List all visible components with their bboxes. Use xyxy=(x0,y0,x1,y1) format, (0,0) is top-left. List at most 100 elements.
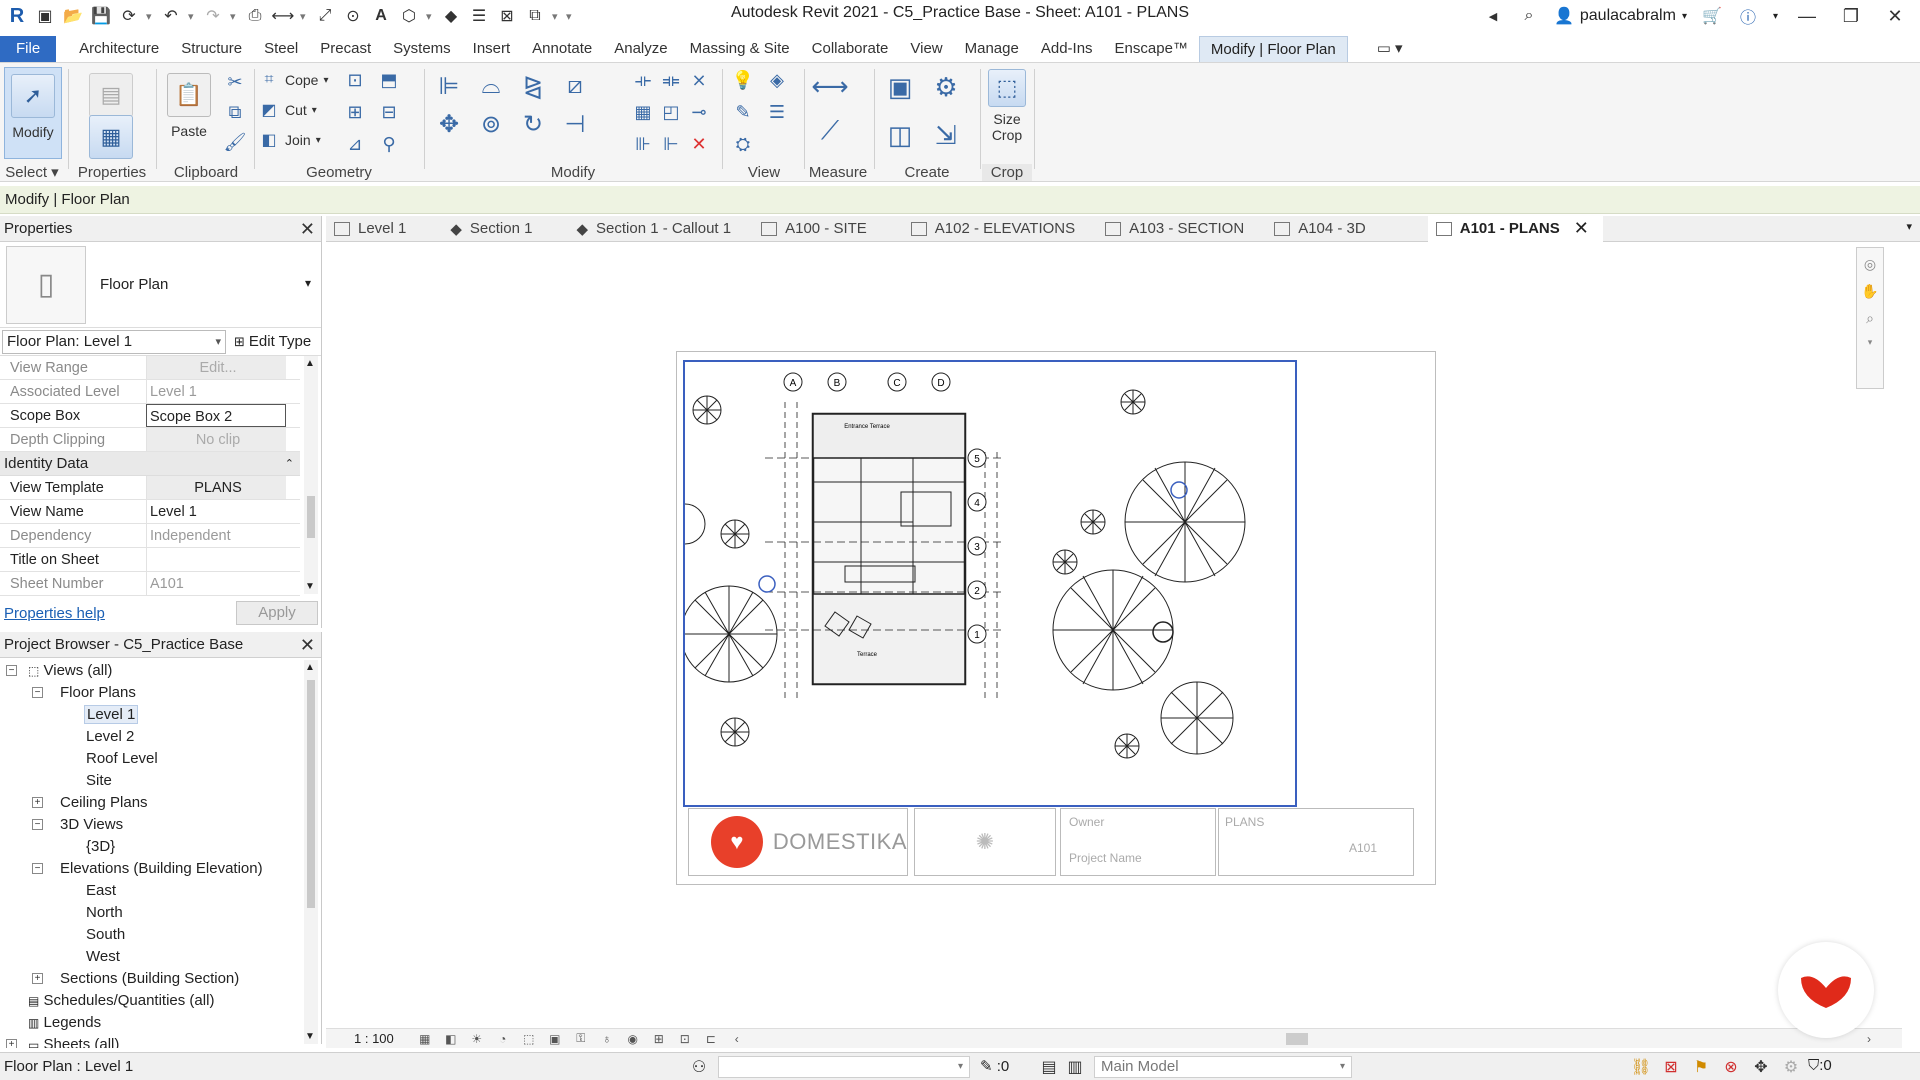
tree-floor-plans[interactable]: − Floor Plans xyxy=(0,682,321,704)
split-icon[interactable]: ⟛ xyxy=(630,67,656,93)
scroll-up-icon[interactable]: ▲ xyxy=(305,662,315,673)
switch-windows-icon[interactable]: ⧉ xyxy=(524,5,546,27)
tree-south[interactable]: South xyxy=(0,924,321,946)
exclude-options-icon[interactable]: ▥ xyxy=(1064,1056,1086,1078)
tab-add-ins[interactable]: Add-Ins xyxy=(1030,36,1104,62)
view-range-edit-button[interactable]: Edit... xyxy=(146,356,286,379)
constraints-icon[interactable]: ⊏ xyxy=(702,1032,720,1046)
plan-viewport[interactable]: A B C D 5 4 3 2 1 Entrance Terrace Terra… xyxy=(683,360,1297,807)
save-icon[interactable]: 💾 xyxy=(90,5,112,27)
home-icon[interactable]: ▣ xyxy=(34,5,56,27)
tree-sections[interactable]: + Sections (Building Section) xyxy=(0,968,321,990)
thin-lines-icon[interactable]: ☰ xyxy=(468,5,490,27)
doc-tab-a100[interactable]: A100 - SITE xyxy=(745,216,881,242)
tree-ceiling-plans[interactable]: + Ceiling Plans xyxy=(0,792,321,814)
tab-steel[interactable]: Steel xyxy=(253,36,309,62)
aligned-dimension-icon[interactable]: ⟋ xyxy=(810,111,850,151)
size-crop-button[interactable]: ⬚ Size Crop xyxy=(982,67,1032,159)
analytical-icon[interactable]: ⊞ xyxy=(650,1032,668,1046)
tag-icon[interactable]: ⊙ xyxy=(342,5,364,27)
tab-systems[interactable]: Systems xyxy=(382,36,462,62)
steering-wheel-icon[interactable]: ◎ xyxy=(1864,256,1876,273)
3d-view-icon[interactable]: ⬡ xyxy=(398,5,420,27)
close-icon[interactable]: ✕ xyxy=(1574,218,1589,239)
visual-style-icon[interactable]: ◧ xyxy=(442,1032,460,1046)
background-process-icon[interactable]: ⚙ xyxy=(1780,1056,1802,1078)
design-option-selector[interactable]: Main Model ▾ xyxy=(1094,1056,1352,1078)
filter-view-icon[interactable]: ⛭ xyxy=(730,131,756,157)
close-icon[interactable]: ✕ xyxy=(1880,6,1910,27)
delete-icon[interactable]: ✕ xyxy=(686,131,712,157)
split-face-icon[interactable]: ⬒ xyxy=(376,67,402,93)
crop-grip-left[interactable] xyxy=(758,575,776,593)
trim-extend-icon[interactable]: ⊣ xyxy=(558,107,592,141)
section-icon[interactable]: ◆ xyxy=(440,5,462,27)
workset-selector[interactable]: ▾ xyxy=(718,1056,970,1078)
view-name-field[interactable]: Level 1 xyxy=(146,500,286,523)
properties-button[interactable]: ▦ xyxy=(82,115,140,159)
detail-level-icon[interactable]: ▦ xyxy=(416,1032,434,1046)
tab-file[interactable]: File xyxy=(0,36,57,62)
select-links-icon[interactable]: ⛓ xyxy=(1630,1056,1652,1078)
tree-elevations[interactable]: − Elevations (Building Elevation) xyxy=(0,858,321,880)
lock-3d-icon[interactable]: ⚿ xyxy=(572,1031,590,1046)
scroll-right-icon[interactable]: › xyxy=(1860,1032,1878,1046)
properties-scrollbar[interactable]: ▲ ▼ xyxy=(304,356,318,594)
sync-icon[interactable]: ⟳ xyxy=(118,5,140,27)
cut-geometry-button[interactable]: ◩ Cut ▾ xyxy=(258,97,316,123)
temp-hide-icon[interactable]: ♁ xyxy=(598,1032,616,1046)
help-icon[interactable]: ⓘ xyxy=(1737,5,1759,27)
tabs-overflow-icon[interactable]: ▾ xyxy=(1906,220,1912,233)
view-scale[interactable]: 1 : 100 xyxy=(354,1031,394,1046)
tree-east[interactable]: East xyxy=(0,880,321,902)
paste-button[interactable]: 📋 Paste xyxy=(160,67,218,159)
collapse-icon[interactable]: − xyxy=(32,687,43,698)
highlight-icon[interactable]: ⊡ xyxy=(676,1032,694,1046)
reveal-hidden-icon[interactable]: ◉ xyxy=(624,1032,642,1046)
doc-tab-section-1[interactable]: ◆ Section 1 xyxy=(420,216,546,242)
browser-scrollbar[interactable]: ▲ ▼ xyxy=(304,660,318,1044)
unpin-icon[interactable]: ⨯ xyxy=(686,67,712,93)
doc-tab-a103[interactable]: A103 - SECTION xyxy=(1089,216,1258,242)
move-icon[interactable]: ✥ xyxy=(432,107,466,141)
pin-icon[interactable]: ⊸ xyxy=(686,99,712,125)
tab-architecture[interactable]: Architecture xyxy=(68,36,170,62)
close-icon[interactable]: ✕ xyxy=(300,632,315,658)
trim-single-icon[interactable]: ⊩ xyxy=(658,131,684,157)
binoculars-icon[interactable]: ⌕ xyxy=(1518,5,1540,27)
editing-requests[interactable]: ✎ :0 xyxy=(980,1057,1009,1075)
trim-multiple-icon[interactable]: ⊪ xyxy=(630,131,656,157)
scroll-up-icon[interactable]: ▲ xyxy=(305,358,315,369)
select-by-face-icon[interactable]: ⊗ xyxy=(1720,1056,1742,1078)
copy-element-icon[interactable]: ⊚ xyxy=(474,107,508,141)
measure-distance-icon[interactable]: ⟷ xyxy=(810,69,850,103)
tree-3d-views[interactable]: − 3D Views xyxy=(0,814,321,836)
override-icon[interactable]: ◈ xyxy=(764,67,790,93)
text-icon[interactable]: A xyxy=(370,5,392,27)
chevron-down-icon[interactable]: ▾ xyxy=(1773,11,1778,22)
match-properties-icon[interactable]: 🖌 xyxy=(222,129,248,155)
mirror-axis-icon[interactable]: ⧎ xyxy=(516,69,550,103)
scope-box-field[interactable]: Scope Box 2 xyxy=(146,404,286,427)
tree-level-1[interactable]: Level 1 xyxy=(0,704,321,726)
shadows-icon[interactable]: ◔ xyxy=(494,1032,512,1046)
tab-enscape[interactable]: Enscape™ xyxy=(1104,36,1199,62)
instance-selector[interactable]: Floor Plan: Level 1 ▾ xyxy=(2,329,226,354)
split-gap-icon[interactable]: ⟚ xyxy=(658,67,684,93)
drag-elements-icon[interactable]: ✥ xyxy=(1750,1056,1772,1078)
tab-manage[interactable]: Manage xyxy=(954,36,1030,62)
select-pinned-icon[interactable]: ⚑ xyxy=(1690,1056,1712,1078)
hide-bulb-icon[interactable]: 💡 xyxy=(730,67,756,93)
line-style-icon[interactable]: ☰ xyxy=(764,99,790,125)
scroll-down-icon[interactable]: ▼ xyxy=(305,581,315,592)
tree-legends[interactable]: ▥ Legends xyxy=(0,1012,321,1034)
design-options-icon[interactable]: ▤ xyxy=(1038,1056,1060,1078)
worksharing-icon[interactable]: ⚇ xyxy=(688,1056,710,1078)
filter-status[interactable]: ⛉:0 xyxy=(1808,1057,1832,1074)
cart-icon[interactable]: 🛒 xyxy=(1701,5,1723,27)
user-account[interactable]: 👤 paulacabralm ▾ xyxy=(1554,6,1687,26)
tab-annotate[interactable]: Annotate xyxy=(521,36,603,62)
select-panel-label[interactable]: Select ▾ xyxy=(0,163,64,181)
mirror-draw-icon[interactable]: ⧄ xyxy=(558,69,592,103)
tab-modify-floor-plan[interactable]: Modify | Floor Plan xyxy=(1198,36,1348,62)
